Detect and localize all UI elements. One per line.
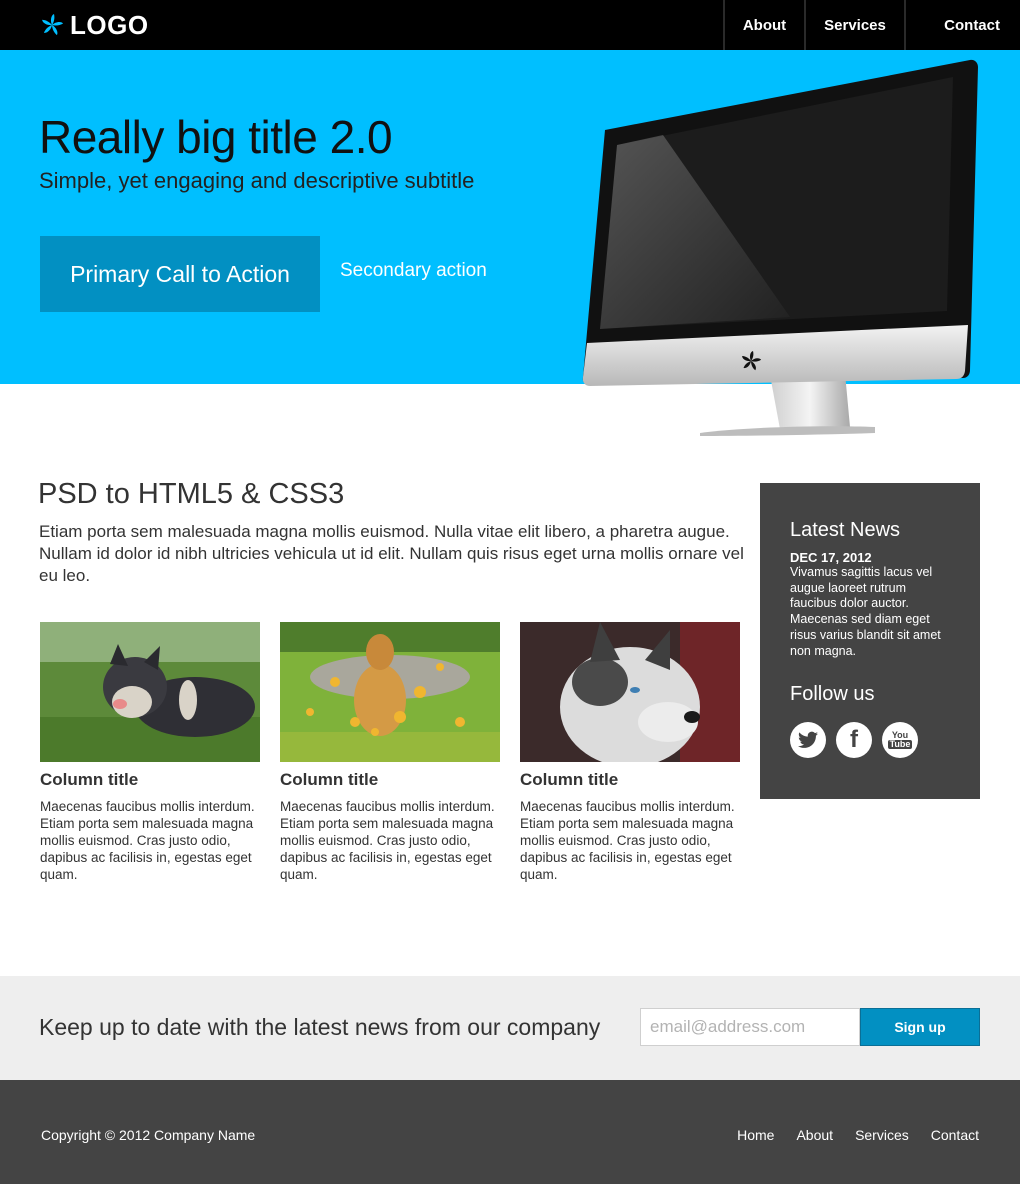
logo[interactable]: LOGO [40,10,149,40]
newsletter-text: Keep up to date with the latest news fro… [39,1014,601,1040]
main-nav: About Services Contact [723,0,1000,50]
news-date: DEC 17, 2012 [790,550,872,565]
hero-subtitle: Simple, yet engaging and descriptive sub… [39,168,475,193]
copyright-text: Copyright © 2012 Company Name [41,1127,256,1143]
primary-cta-button[interactable]: Primary Call to Action [40,236,320,312]
youtube-glyph-bottom: Tube [887,739,913,750]
facebook-glyph: f [850,726,858,754]
footer-link-about[interactable]: About [796,1127,833,1143]
site-header: LOGO About Services Contact [0,0,1020,50]
sidebar: Latest News DEC 17, 2012 Vivamus sagitti… [760,483,980,799]
twitter-icon[interactable] [790,722,826,759]
feature-column: Column title Maecenas faucibus mollis in… [520,622,740,883]
footer-link-services[interactable]: Services [855,1127,909,1143]
column-text: Maecenas faucibus mollis interdum. Etiam… [520,799,735,882]
email-field[interactable] [640,1008,860,1046]
dog-in-leaves-photo [280,622,500,762]
footer-nav: Home About Services Contact [737,1127,979,1143]
footer-link-contact[interactable]: Contact [931,1127,979,1143]
column-text: Maecenas faucibus mollis interdum. Etiam… [280,799,495,882]
latest-news-title: Latest News [790,519,901,541]
column-title: Column title [520,770,619,789]
social-links: f You Tube [790,722,950,759]
footer-link-home[interactable]: Home [737,1127,774,1143]
section-title: PSD to HTML5 & CSS3 [38,478,345,510]
facebook-icon[interactable]: f [836,722,872,759]
puppy-on-grass-photo [40,622,260,762]
signup-button[interactable]: Sign up [860,1008,980,1046]
monitor-image [582,59,978,436]
nav-about[interactable]: About [723,0,804,50]
logo-text: LOGO [70,9,149,40]
feature-column: Column title Maecenas faucibus mollis in… [40,622,260,883]
site-footer: Copyright © 2012 Company Name Home About… [0,1080,1020,1184]
pinwheel-icon [42,14,64,36]
nav-services[interactable]: Services [804,0,904,50]
secondary-action-link[interactable]: Secondary action [340,260,487,282]
section-intro: Etiam porta sem malesuada magna mollis e… [39,522,744,585]
newsletter-section: Keep up to date with the latest news fro… [0,976,1020,1080]
column-title: Column title [280,770,379,789]
news-text: Vivamus sagittis lacus vel augue laoreet… [790,565,941,658]
husky-photo [520,622,740,762]
column-title: Column title [40,770,139,789]
hero-title: Really big title 2.0 [39,111,393,163]
follow-us-title: Follow us [790,683,875,706]
column-text: Maecenas faucibus mollis interdum. Etiam… [40,799,255,882]
youtube-icon[interactable]: You Tube [882,722,918,759]
feature-column: Column title Maecenas faucibus mollis in… [280,622,500,883]
nav-contact[interactable]: Contact [904,0,1000,50]
